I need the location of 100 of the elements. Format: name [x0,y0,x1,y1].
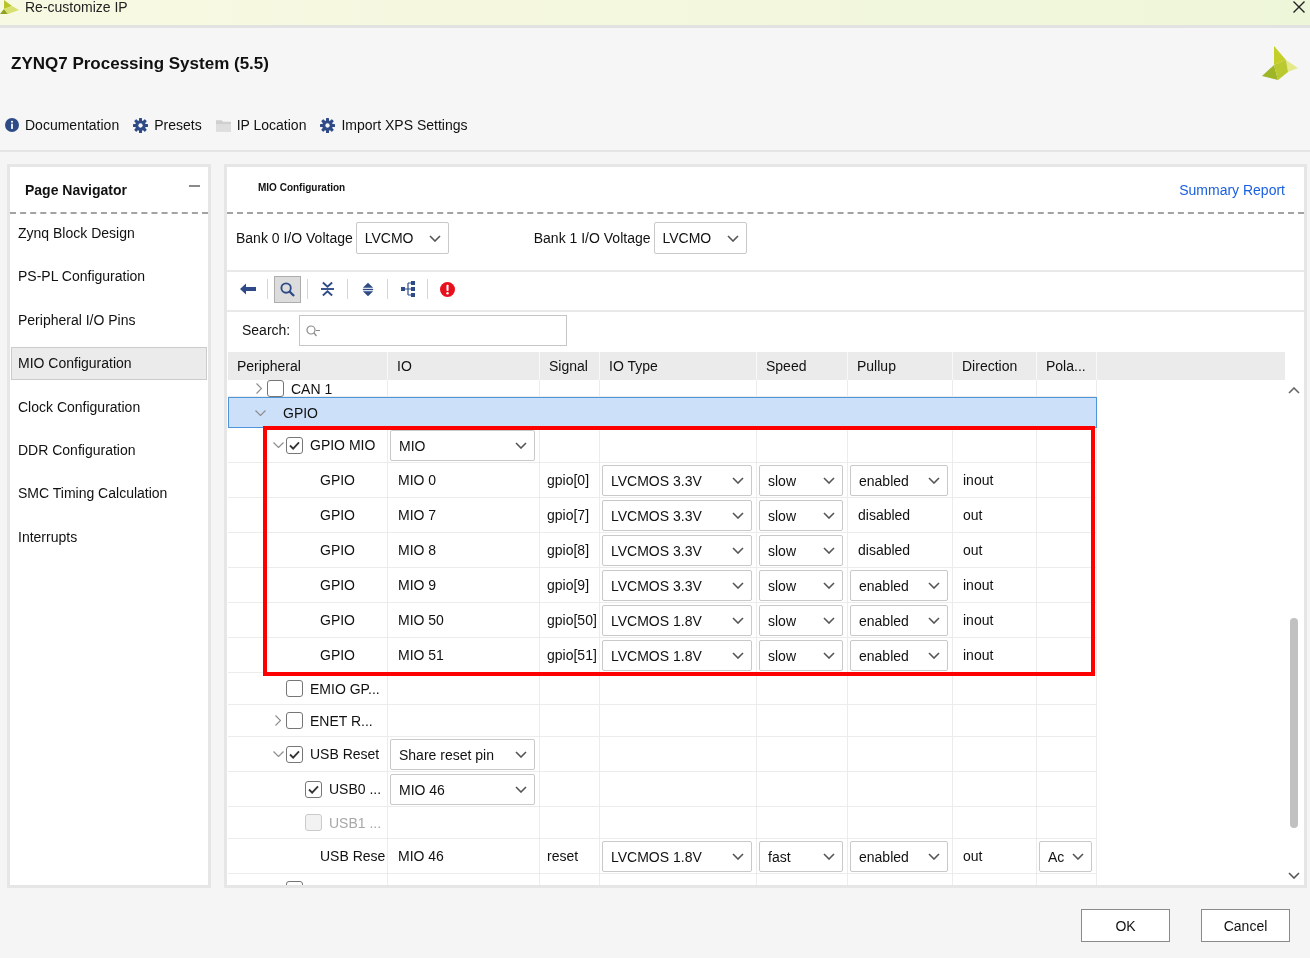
io-dropdown[interactable]: MIO 46 [390,774,535,805]
table-cell: MIO 7 [388,498,540,532]
summary-link[interactable]: Summary Report [1179,181,1285,198]
search-field[interactable] [299,315,568,346]
io-type-dropdown[interactable]: LVCMOS 3.3V [602,465,752,496]
tree-row[interactable]: USB Reset Share reset pin [228,737,1097,772]
header-link[interactable]: IP Location [215,115,307,135]
speed-dropdown[interactable]: slow [759,570,843,601]
speed-dropdown[interactable]: fast [759,841,843,872]
nav-item[interactable]: Peripheral I/O Pins [11,303,207,337]
table-cell: MIO 0 [388,463,540,497]
search-button[interactable] [274,275,301,303]
checkbox[interactable] [286,436,303,454]
tree-row[interactable]: GPIO MIO 8 gpio[8] LVCMOS 3.3V slow disabled out [228,533,1097,568]
pullup-dropdown[interactable]: enabled [850,841,948,872]
chevron-down-icon [732,512,744,519]
io-type-dropdown[interactable]: LVCMOS 3.3V [602,570,752,601]
expand-all-icon [361,281,374,297]
chevron-down-icon [823,582,835,589]
close-icon[interactable] [1293,1,1305,13]
nav-item[interactable]: Zynq Block Design [11,216,207,250]
checkbox[interactable] [286,712,303,729]
header-link[interactable]: Import XPS Settings [320,115,468,135]
tree-row[interactable]: USB0 ... MIO 46 [228,772,1097,807]
error-icon [440,281,455,297]
io-type-dropdown[interactable]: LVCMOS 1.8V [602,605,752,636]
tree-row[interactable]: GPIO [228,397,1097,428]
tree-row[interactable]: USB Rese MIO 46 reset LVCMOS 1.8V fast enabled out Ac [228,839,1097,874]
chevron-down-icon [823,853,835,860]
chevron-down-icon[interactable] [272,751,284,757]
chevron-up-icon[interactable] [1288,386,1300,394]
io-type-dropdown[interactable]: LVCMOS 1.8V [602,640,752,671]
tree-row[interactable]: GPIO MIO 9 gpio[9] LVCMOS 3.3V slow enabled inout [228,568,1097,603]
io-type-dropdown[interactable]: LVCMOS 1.8V [602,841,752,872]
pullup-dropdown[interactable]: enabled [850,465,948,496]
tree-label: GPIO MIO [310,437,376,453]
tree-label: USB Reset [310,746,380,762]
column-header[interactable]: IO [388,352,540,380]
table-cell: MIO 51 [388,638,540,672]
nav-item[interactable]: SMC Timing Calculation [11,476,207,510]
pullup-dropdown[interactable]: enabled [850,605,948,636]
table-cell: GPIO [228,498,388,532]
checkbox[interactable] [286,680,303,697]
search-icon [280,281,295,297]
speed-dropdown[interactable]: slow [759,465,843,496]
nav-item[interactable]: DDR Configuration [11,433,207,467]
checkmark-icon [308,784,319,794]
io-dropdown[interactable]: MIO [390,430,535,461]
chevron-down-icon [732,477,744,484]
scrollbar-thumb[interactable] [1290,618,1298,828]
tree-row[interactable]: GPIO MIO 50 gpio[50] LVCMOS 1.8V slow enabled inout [228,603,1097,638]
table-cell: GPIO [228,533,388,567]
io-dropdown[interactable]: Share reset pin [390,739,535,770]
io-type-dropdown[interactable]: LVCMOS 3.3V [602,535,752,566]
column-header[interactable]: Pullup [848,352,953,380]
nav-item[interactable]: MIO Configuration [11,346,207,380]
speed-dropdown[interactable]: slow [759,500,843,531]
table-cell: USB Rese [228,839,388,873]
tree-row[interactable]: GPIO MIO MIO [228,428,1097,463]
checkbox[interactable] [286,745,303,763]
io-type-dropdown[interactable]: LVCMOS 3.3V [602,500,752,531]
pullup-dropdown[interactable]: enabled [850,640,948,671]
info-icon [5,118,19,132]
polarity-dropdown[interactable]: Ac [1039,841,1092,872]
checkbox[interactable] [267,380,284,397]
chevron-right-icon[interactable] [256,383,262,394]
speed-dropdown[interactable]: slow [759,535,843,566]
voltage-dropdown[interactable]: LVCMO [355,222,449,254]
speed-dropdown[interactable]: slow [759,605,843,636]
tree-row[interactable]: EMIO GP... [228,673,1097,705]
dialog-button[interactable]: Cancel [1201,909,1290,942]
nav-item[interactable]: Interrupts [11,520,207,554]
chevron-right-icon[interactable] [275,715,281,726]
tree-row[interactable]: ENET R... [228,705,1097,737]
tree-label: USB0 ... [329,781,382,797]
column-header[interactable]: Signal [540,352,600,380]
header-link[interactable]: Documentation [5,115,120,135]
chevron-down-icon[interactable] [1288,871,1300,879]
column-header[interactable]: Speed [757,352,848,380]
dialog-button[interactable]: OK [1081,909,1170,942]
header-link[interactable]: Presets [133,115,202,135]
tree-label: USB1 ... [329,814,382,831]
tree-row[interactable]: GPIO MIO 51 gpio[51] LVCMOS 1.8V slow enabled inout [228,638,1097,673]
tree-row[interactable]: GPIO MIO 7 gpio[7] LVCMOS 3.3V slow disabled out [228,498,1097,533]
column-header[interactable]: Direction [953,352,1037,380]
chevron-down-icon[interactable] [272,442,284,448]
pullup-dropdown[interactable]: enabled [850,570,948,601]
table-cell: out [953,839,1037,873]
column-header[interactable]: Pola... [1037,352,1097,380]
tree-row[interactable]: GPIO MIO 0 gpio[0] LVCMOS 3.3V slow enabled inout [228,463,1097,498]
chevron-down-icon [732,652,744,659]
nav-item[interactable]: Clock Configuration [11,390,207,424]
voltage-dropdown[interactable]: LVCMO [653,222,747,254]
column-header[interactable]: IO Type [600,352,757,380]
table-cell: gpio[8] [540,533,600,567]
speed-dropdown[interactable]: slow [759,640,843,671]
checkbox[interactable] [305,780,322,798]
search-label: Search: [242,321,291,340]
nav-item[interactable]: PS-PL Configuration [11,259,207,293]
table-cell: gpio[9] [540,568,600,602]
